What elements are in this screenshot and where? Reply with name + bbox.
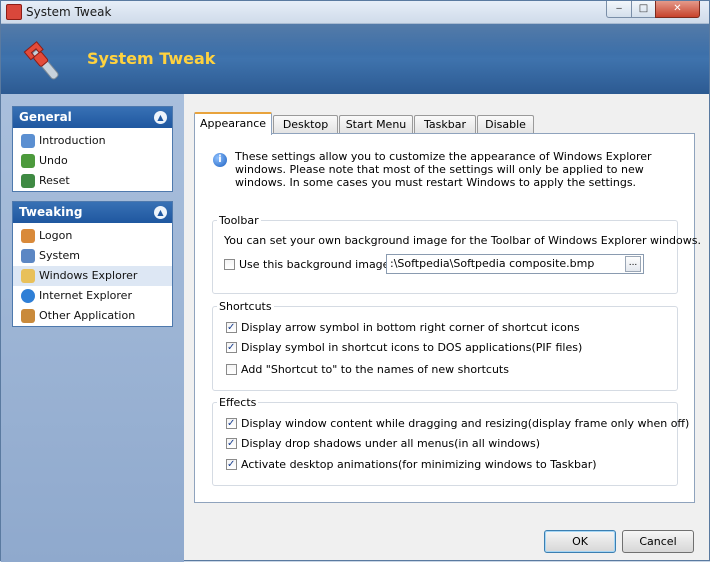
maximize-button[interactable]: □ [631, 1, 656, 18]
appearance-panel: i These settings allow you to customize … [194, 133, 701, 503]
effects-legend: Effects [219, 396, 257, 409]
shortcuts-legend: Shortcuts [219, 300, 272, 313]
browse-button[interactable]: ... [625, 256, 641, 272]
sidebar-item-internet-explorer[interactable]: Internet Explorer [13, 286, 172, 306]
group-header-tweaking[interactable]: Tweaking ▲ [13, 202, 172, 223]
sidebar-group-tweaking: Tweaking ▲ Logon System Windows Explorer [12, 201, 173, 327]
option-label: Display window content while dragging an… [241, 417, 690, 430]
sidebar-item-label: Reset [39, 174, 70, 187]
sidebar-item-label: Internet Explorer [39, 289, 132, 302]
option-label: Activate desktop animations(for minimizi… [241, 458, 597, 471]
info-icon: i [213, 153, 227, 167]
sidebar-item-introduction[interactable]: Introduction [13, 131, 172, 151]
checkbox-icon[interactable] [226, 436, 237, 452]
toolbar-legend: Toolbar [219, 214, 259, 227]
users-icon [21, 229, 35, 243]
app-header: System Tweak [1, 24, 709, 94]
monitor-icon [21, 249, 35, 263]
tab-desktop[interactable]: Desktop [273, 115, 338, 134]
sidebar-item-label: Other Application [39, 309, 136, 322]
sidebar: General ▲ Introduction Undo Reset Tweaki… [1, 94, 184, 562]
checkbox-icon[interactable] [224, 259, 235, 270]
bg-image-path-input[interactable]: :\Softpedia\Softpedia composite.bmp [386, 254, 644, 274]
minimize-button[interactable]: ‒ [606, 1, 632, 18]
sidebar-item-other-application[interactable]: Other Application [13, 306, 172, 326]
effect-option-animations[interactable]: Activate desktop animations(for minimizi… [226, 457, 597, 473]
group-title: Tweaking [19, 205, 83, 219]
title-bar[interactable]: System Tweak ‒ □ ✕ [1, 1, 709, 24]
checkbox-icon[interactable] [226, 416, 237, 432]
checkbox-icon[interactable] [226, 457, 237, 473]
checkbox-icon[interactable] [226, 364, 237, 375]
folder-icon [21, 269, 35, 283]
sidebar-item-undo[interactable]: Undo [13, 151, 172, 171]
ie-icon [21, 289, 35, 303]
header-title: System Tweak [87, 49, 216, 68]
main-window: System Tweak ‒ □ ✕ System Tweak General … [0, 0, 710, 562]
collapse-icon[interactable]: ▲ [154, 206, 167, 219]
sidebar-group-general: General ▲ Introduction Undo Reset [12, 106, 173, 192]
close-button[interactable]: ✕ [655, 1, 700, 18]
option-label: Add "Shortcut to" to the names of new sh… [241, 363, 509, 376]
shortcut-option-arrow[interactable]: Display arrow symbol in bottom right cor… [226, 320, 580, 336]
wrench-icon [23, 41, 59, 80]
collapse-icon[interactable]: ▲ [154, 111, 167, 124]
sidebar-item-label: Introduction [39, 134, 106, 147]
sidebar-item-system[interactable]: System [13, 246, 172, 266]
option-label: Display arrow symbol in bottom right cor… [241, 321, 580, 334]
use-bg-image-checkbox[interactable]: Use this background image: [224, 257, 393, 273]
toolbar-description: You can set your own background image fo… [224, 234, 701, 247]
undo-icon [21, 154, 35, 168]
checkbox-icon[interactable] [226, 340, 237, 356]
tab-taskbar[interactable]: Taskbar [414, 115, 476, 134]
window-title: System Tweak [26, 5, 112, 19]
group-header-general[interactable]: General ▲ [13, 107, 172, 128]
tab-appearance[interactable]: Appearance [194, 112, 272, 135]
sidebar-item-windows-explorer[interactable]: Windows Explorer [13, 266, 172, 286]
effect-option-shadows[interactable]: Display drop shadows under all menus(in … [226, 436, 540, 452]
intro-text: These settings allow you to customize th… [235, 150, 652, 189]
effect-option-drag[interactable]: Display window content while dragging an… [226, 416, 689, 432]
option-label: Display drop shadows under all menus(in … [241, 437, 541, 450]
sidebar-item-logon[interactable]: Logon [13, 226, 172, 246]
group-title: General [19, 110, 72, 124]
shortcut-option-shortcut-to[interactable]: Add "Shortcut to" to the names of new sh… [226, 362, 509, 378]
option-label: Display symbol in shortcut icons to DOS … [241, 341, 583, 354]
reset-icon [21, 174, 35, 188]
tab-disable[interactable]: Disable [477, 115, 534, 134]
sidebar-item-reset[interactable]: Reset [13, 171, 172, 191]
checkbox-icon[interactable] [226, 320, 237, 336]
sidebar-item-label: System [39, 249, 81, 262]
shortcut-option-pif[interactable]: Display symbol in shortcut icons to DOS … [226, 340, 582, 356]
ok-button[interactable]: OK [544, 530, 616, 553]
box-icon [21, 309, 35, 323]
sidebar-item-label: Logon [39, 229, 73, 242]
sidebar-item-label: Windows Explorer [39, 269, 138, 282]
use-bg-image-label: Use this background image: [239, 258, 394, 271]
app-icon[interactable] [6, 4, 22, 20]
sidebar-item-label: Undo [39, 154, 68, 167]
question-icon [21, 134, 35, 148]
tab-start-menu[interactable]: Start Menu [339, 115, 413, 134]
cancel-button[interactable]: Cancel [622, 530, 694, 553]
